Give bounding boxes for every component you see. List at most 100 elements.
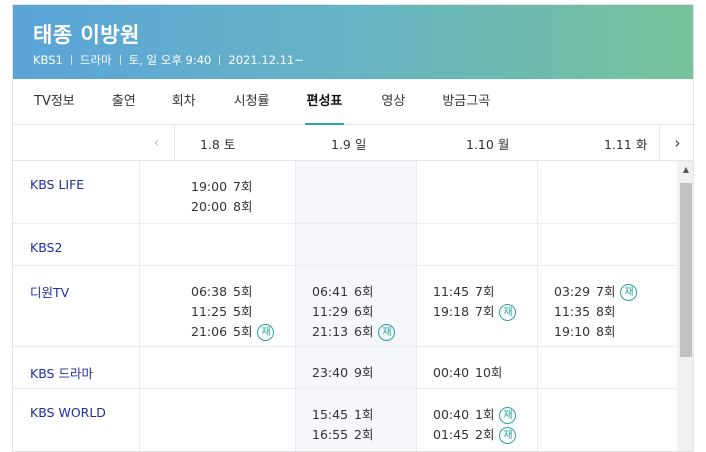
schedule-cell: 15:45 1회 16:55 2회	[312, 405, 373, 445]
program-entry: 06:38 5회	[191, 282, 274, 302]
schedule-row: KBS LIFE 19:00 7회 20:00 8회	[13, 161, 677, 224]
episode-number: 7회	[475, 284, 495, 299]
program-entry: 01:45 2회 재	[433, 425, 517, 445]
program-entry: 19:00 7회	[191, 177, 252, 197]
program-meta: KBS1 드라마 토, 일 오후 9:40 2021.12.11~	[33, 52, 304, 68]
tab-recent-songs[interactable]: 방금그곡	[442, 79, 490, 124]
chevron-left-icon: ‹	[153, 135, 160, 151]
channel-link[interactable]: KBS LIFE	[30, 177, 84, 192]
channel-link[interactable]: 디원TV	[30, 282, 69, 301]
tab-ratings[interactable]: 시청률	[234, 79, 270, 124]
rerun-badge: 재	[378, 323, 396, 341]
episode-number: 5회	[233, 324, 253, 339]
next-week-button[interactable]: ›	[659, 125, 693, 161]
program-entry: 19:18 7회 재	[433, 302, 517, 322]
schedule-cell: 03:29 7회 재 11:35 8회 19:10 8회	[554, 282, 638, 342]
schedule-cell: 23:40 9회	[312, 363, 373, 383]
tab-tv-info[interactable]: TV정보	[34, 79, 75, 124]
air-time: 23:40	[312, 365, 349, 380]
channel-link[interactable]: KBS2	[30, 240, 62, 255]
air-time: 11:45	[433, 284, 470, 299]
episode-number: 6회	[354, 324, 374, 339]
episode-number: 10회	[475, 365, 503, 380]
rerun-badge: 재	[499, 406, 517, 424]
scrollbar-thumb[interactable]	[680, 183, 692, 357]
episode-number: 2회	[475, 427, 495, 442]
episode-number: 1회	[475, 407, 495, 422]
program-entry: 03:29 7회 재	[554, 282, 638, 302]
air-time: 11:29	[312, 304, 349, 319]
prev-week-button[interactable]: ‹	[139, 125, 175, 161]
air-time: 06:41	[312, 284, 349, 299]
schedule-row: KBS 드라마 23:40 9회 00:40 10회	[13, 347, 677, 389]
rerun-badge: 재	[499, 426, 517, 444]
air-time: 21:13	[312, 324, 349, 339]
day-header: 1.11 화	[604, 137, 648, 152]
day-header: 1.9 일	[331, 137, 367, 152]
tab-schedule[interactable]: 편성표	[304, 79, 345, 125]
air-time: 01:45	[433, 427, 470, 442]
rerun-badge: 재	[620, 283, 638, 301]
program-header: 태종 이방원 KBS1 드라마 토, 일 오후 9:40 2021.12.11~	[13, 5, 693, 79]
program-entry: 11:29 6회	[312, 302, 395, 322]
schedule-cell: 00:40 1회 재 01:45 2회 재	[433, 405, 517, 445]
air-time: 15:45	[312, 407, 349, 422]
program-entry: 16:55 2회	[312, 425, 373, 445]
air-time: 19:00	[191, 179, 228, 194]
schedule-cell: 06:41 6회 11:29 6회 21:13 6회 재	[312, 282, 396, 342]
air-time: 16:55	[312, 427, 349, 442]
program-entry: 11:25 5회	[191, 302, 274, 322]
episode-number: 5회	[233, 284, 253, 299]
scroll-up-icon[interactable]: ▲	[677, 161, 693, 179]
program-entry: 06:41 6회	[312, 282, 395, 302]
air-time: 06:38	[191, 284, 228, 299]
episode-number: 5회	[233, 304, 253, 319]
air-time: 00:40	[433, 365, 470, 380]
air-time: 00:40	[433, 407, 470, 422]
episode-number: 8회	[596, 304, 616, 319]
schedule-cell: 00:40 10회	[433, 363, 502, 383]
program-entry: 15:45 1회	[312, 405, 373, 425]
schedule-cell: 06:38 5회 11:25 5회 21:06 5회 재	[191, 282, 275, 342]
program-entry: 19:10 8회	[554, 322, 637, 342]
episode-number: 2회	[354, 427, 374, 442]
channel-link[interactable]: KBS WORLD	[30, 405, 106, 420]
program-entry: 21:13 6회 재	[312, 322, 396, 342]
day-header: 1.10 월	[466, 137, 510, 152]
chevron-right-icon: ›	[674, 134, 681, 152]
episode-number: 6회	[354, 284, 374, 299]
program-entry: 11:45 7회	[433, 282, 516, 302]
air-time: 19:18	[433, 304, 470, 319]
vertical-scrollbar[interactable]: ▲	[677, 161, 693, 451]
tab-video[interactable]: 영상	[381, 79, 405, 124]
tab-episodes[interactable]: 회차	[172, 79, 196, 124]
meta-airtime: 토, 일 오후 9:40	[128, 53, 212, 67]
channel-link[interactable]: KBS 드라마	[30, 363, 93, 382]
meta-start-date: 2021.12.11~	[228, 53, 304, 67]
episode-number: 7회	[233, 179, 253, 194]
program-entry: 00:40 1회 재	[433, 405, 517, 425]
program-panel: 태종 이방원 KBS1 드라마 토, 일 오후 9:40 2021.12.11~…	[12, 4, 694, 452]
meta-divider	[70, 55, 72, 65]
program-entry: 23:40 9회	[312, 363, 373, 383]
schedule-cell: 11:45 7회 19:18 7회 재	[433, 282, 517, 322]
episode-number: 1회	[354, 407, 374, 422]
tab-cast[interactable]: 출연	[112, 79, 136, 124]
episode-number: 8회	[233, 199, 253, 214]
meta-divider	[219, 55, 221, 65]
program-entry: 11:35 8회	[554, 302, 637, 322]
meta-divider	[119, 55, 121, 65]
schedule-row: 디원TV 06:38 5회 11:25 5회 21:06 5회 재 06:41 6회 11:29 6회…	[13, 266, 677, 347]
schedule-row: KBS2	[13, 224, 677, 266]
episode-number: 8회	[596, 324, 616, 339]
program-entry: 00:40 10회	[433, 363, 502, 383]
episode-number: 6회	[354, 304, 374, 319]
program-title: 태종 이방원	[33, 23, 140, 47]
day-header: 1.8 토	[200, 137, 236, 152]
schedule-grid: KBS LIFE 19:00 7회 20:00 8회 KBS2 디원TV 06:38 5회 11:…	[13, 161, 677, 451]
date-bar: ‹ 1.8 토 1.9 일 1.10 월 1.11 화 ›	[13, 125, 693, 161]
schedule-cell: 19:00 7회 20:00 8회	[191, 177, 252, 217]
schedule-row: KBS WORLD 15:45 1회 16:55 2회 00:40 1회 재 01:45 2회 재	[13, 389, 677, 451]
program-entry: 20:00 8회	[191, 197, 252, 217]
air-time: 11:25	[191, 304, 228, 319]
